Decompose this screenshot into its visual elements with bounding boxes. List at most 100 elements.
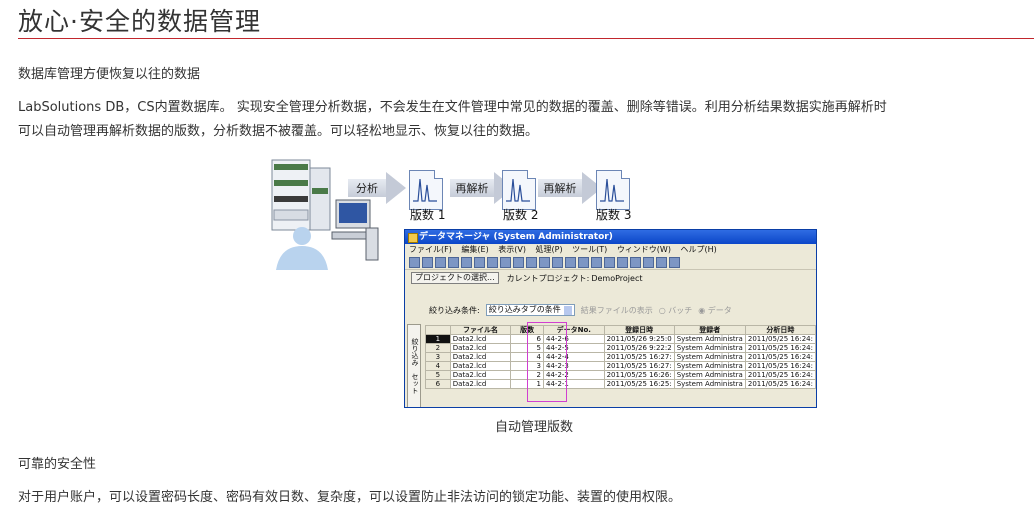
current-project-value: DemoProject [591,273,643,283]
page-title: 放心·安全的数据管理 [18,7,261,36]
toolbar-icon[interactable] [617,257,628,268]
filter-row: 絞り込み条件: 絞り込みタブの条件 結果ファイルの表示 ○ バッチ ◉ データ [429,304,732,316]
radio-data[interactable]: ◉ データ [698,305,732,316]
cell-analyzed-at: 2011/05/25 16:24: [744,370,816,380]
cell-registrant: System Administra [673,379,746,389]
toolbar [405,256,816,270]
cell-registered-at: 2011/05/26 9:25:0 [603,334,675,344]
cell-registered-at: 2011/05/25 16:27: [603,352,675,362]
radio-batch[interactable]: ○ バッチ [659,305,693,316]
section-heading-database: 数据库管理方便恢复以往的数据 [18,67,201,82]
side-tab-label: 絞り込み [411,338,419,366]
toolbar-icon[interactable] [422,257,433,268]
column-header[interactable]: 分析日時 [744,325,816,335]
menu-file[interactable]: ファイル(F) [409,245,452,254]
cell-file-name: Data2.lcd [449,379,512,389]
toolbar-icon[interactable] [578,257,589,268]
flow-arrow-label: 分析 [348,179,386,197]
toolbar-icon[interactable] [500,257,511,268]
column-header[interactable]: 登録日時 [603,325,675,335]
cell-file-name: Data2.lcd [449,334,512,344]
toolbar-icon[interactable] [526,257,537,268]
table-row[interactable]: 5 Data2.lcd 2 44-2-2 2011/05/25 16:26: S… [425,370,816,380]
chromatogram-doc-icon [502,170,536,210]
paragraph-line-2: 可以自动管理再解析数据的版数，分析数据不被覆盖。可以轻松地显示、恢复以往的数据。 [18,124,539,139]
toolbar-icon[interactable] [461,257,472,268]
flow-arrow-3: 再解析 [538,172,602,204]
row-number: 5 [425,370,451,380]
toolbar-icon[interactable] [474,257,485,268]
table-row[interactable]: 3 Data2.lcd 4 44-2-4 2011/05/25 16:27: S… [425,352,816,362]
cell-registrant: System Administra [673,370,746,380]
column-header [425,325,451,335]
figure-caption: 自动管理版数 [495,420,574,435]
filter-select[interactable]: 絞り込みタブの条件 [485,304,575,316]
current-project-label: カレントプロジェクト: [506,273,590,283]
version-label-3: 版数 3 [596,208,632,222]
version-label-2: 版数 2 [503,208,539,222]
toolbar-icon[interactable] [539,257,550,268]
window-title: データマネージャ (System Administrator) [405,230,816,244]
cell-registrant: System Administra [673,343,746,353]
select-project-button[interactable]: プロジェクトの選択... [411,272,499,284]
toolbar-icon[interactable] [643,257,654,268]
title-divider [18,38,1034,39]
table-row[interactable]: 1 Data2.lcd 6 44-2-6 2011/05/26 9:25:0 S… [425,334,816,344]
toolbar-icon[interactable] [591,257,602,268]
row-number: 2 [425,343,451,353]
cell-file-name: Data2.lcd [449,370,512,380]
toolbar-icon[interactable] [604,257,615,268]
paragraph-line-1: LabSolutions DB，CS内置数据库。 实现安全管理分析数据，不会发生… [18,100,887,115]
menu-window[interactable]: ウィンドウ(W) [617,245,671,254]
cell-registered-at: 2011/05/26 9:22:2 [603,343,675,353]
filter-label: 絞り込み条件: [429,305,480,315]
toolbar-icon[interactable] [513,257,524,268]
toolbar-icon[interactable] [552,257,563,268]
radio-batch-label: バッチ [668,305,693,315]
menu-tools[interactable]: ツール(T) [572,245,607,254]
table-row[interactable]: 6 Data2.lcd 1 44-2-1 2011/05/25 16:25: S… [425,379,816,389]
menu-help[interactable]: ヘルプ(H) [681,245,717,254]
cell-analyzed-at: 2011/05/25 16:24: [744,352,816,362]
filter-select-value: 絞り込みタブの条件 [488,305,561,314]
row-number: 6 [425,379,451,389]
chevron-down-icon [563,305,572,315]
column-header[interactable]: ファイル名 [449,325,512,335]
version-column-highlight [527,322,567,402]
table-row[interactable]: 4 Data2.lcd 3 44-2-3 2011/05/25 16:27: S… [425,361,816,371]
cell-registered-at: 2011/05/25 16:27: [603,361,675,371]
column-header[interactable]: 登録者 [673,325,746,335]
row-number: 4 [425,361,451,371]
toolbar-icon[interactable] [669,257,680,268]
cell-file-name: Data2.lcd [449,361,512,371]
toolbar-icon[interactable] [448,257,459,268]
toolbar-icon[interactable] [409,257,420,268]
cell-file-name: Data2.lcd [449,352,512,362]
menu-process[interactable]: 処理(P) [536,245,563,254]
project-row: プロジェクトの選択... カレントプロジェクト: DemoProject [405,270,816,286]
toolbar-icon[interactable] [435,257,446,268]
menu-edit[interactable]: 編集(E) [461,245,488,254]
flow-arrow-1: 分析 [348,172,406,204]
toolbar-icon[interactable] [565,257,576,268]
toolbar-icon[interactable] [630,257,641,268]
toolbar-icon[interactable] [487,257,498,268]
flow-arrow-label: 再解析 [538,179,582,197]
section-heading-security: 可靠的安全性 [18,457,97,472]
side-tab-label: セット [411,373,419,394]
cell-analyzed-at: 2011/05/25 16:24: [744,361,816,371]
cell-analyzed-at: 2011/05/25 16:24: [744,379,816,389]
chromatogram-doc-icon [596,170,630,210]
result-display-label: 結果ファイルの表示 [580,305,653,315]
menu-view[interactable]: 表示(V) [498,245,526,254]
cell-registered-at: 2011/05/25 16:25: [603,379,675,389]
side-tab-filter[interactable]: 絞り込み セット [407,324,421,407]
row-number: 1 [425,334,451,344]
toolbar-icon[interactable] [656,257,667,268]
cell-registrant: System Administra [673,361,746,371]
menu-bar: ファイル(F) 編集(E) 表示(V) 処理(P) ツール(T) ウィンドウ(W… [405,244,816,256]
row-number: 3 [425,352,451,362]
cell-registrant: System Administra [673,334,746,344]
version-label-1: 版数 1 [410,208,446,222]
table-row[interactable]: 2 Data2.lcd 5 44-2-5 2011/05/26 9:22:2 S… [425,343,816,353]
